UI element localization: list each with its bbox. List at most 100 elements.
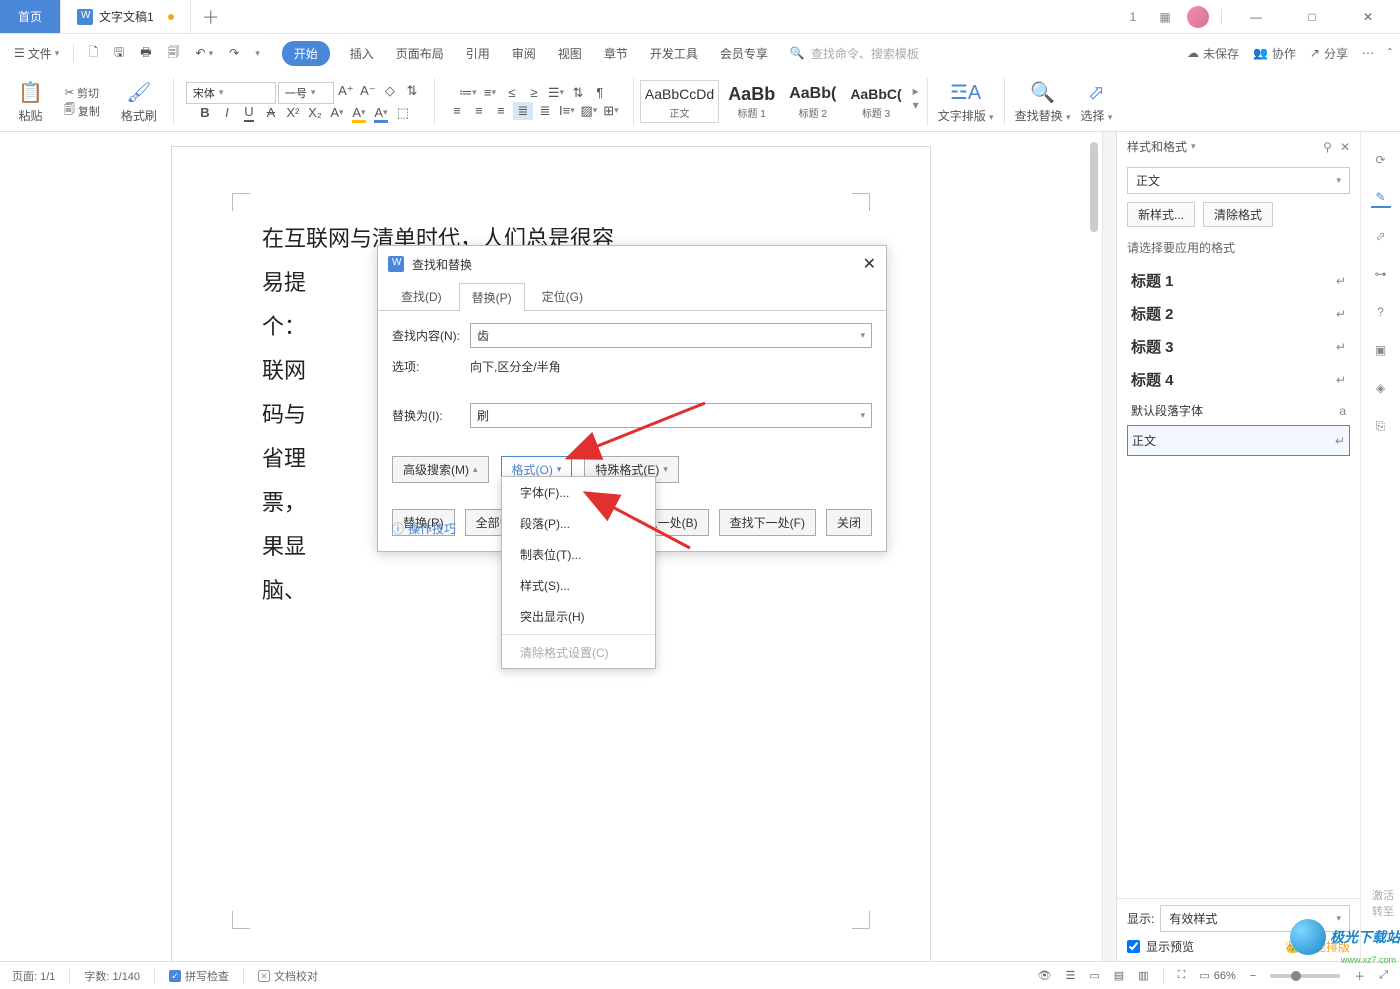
style-item-h2[interactable]: 标题 2↵	[1127, 297, 1350, 330]
rail-help-icon[interactable]: ?	[1371, 302, 1391, 322]
dialog-tab-replace[interactable]: 替换(P)	[459, 283, 525, 311]
dialog-tab-goto[interactable]: 定位(G)	[529, 282, 596, 310]
collab-button[interactable]: 👥协作	[1253, 45, 1296, 62]
current-style-select[interactable]: 正文▾	[1127, 167, 1350, 194]
menu-clear-format[interactable]: 清除格式设置(C)	[502, 637, 655, 668]
char-border-button[interactable]: ⬚	[393, 104, 413, 122]
superscript-button[interactable]: X²	[283, 104, 303, 122]
menu-style[interactable]: 样式(S)...	[502, 570, 655, 601]
style-item-h1[interactable]: 标题 1↵	[1127, 264, 1350, 297]
indent-dec-button[interactable]: ≤	[502, 84, 522, 102]
btn-print[interactable]: 🖶	[134, 39, 157, 68]
rail-location-icon[interactable]: ◈	[1371, 378, 1391, 398]
rail-export-icon[interactable]: ⎘	[1371, 416, 1391, 436]
sort-button[interactable]: ⇅	[568, 84, 588, 102]
style-h1[interactable]: AaBb 标题 1	[723, 80, 780, 123]
sb-view-web-icon[interactable]: ▥	[1138, 969, 1148, 982]
line-height-button[interactable]: I≡▾	[557, 102, 577, 120]
show-preview-checkbox[interactable]	[1127, 940, 1140, 953]
underline-button[interactable]: U	[239, 104, 259, 122]
sb-page[interactable]: 页面: 1/1	[12, 968, 55, 984]
show-marks-button[interactable]: ¶	[590, 84, 610, 102]
style-item-h3[interactable]: 标题 3↵	[1127, 330, 1350, 363]
dialog-tab-find[interactable]: 查找(D)	[388, 282, 455, 310]
align-justify-button[interactable]: ≣	[513, 102, 533, 120]
tab-document[interactable]: 文字文稿1	[61, 0, 191, 33]
find-replace-button[interactable]: 🔍 查找替换 ▾	[1011, 78, 1075, 126]
highlight-button[interactable]: A▾	[349, 104, 369, 122]
sb-zoom-slider[interactable]	[1270, 974, 1340, 978]
btn-preview[interactable]: 🗐	[162, 39, 186, 68]
new-style-button[interactable]: 新样式...	[1127, 202, 1195, 227]
grow-font-button[interactable]: A⁺	[336, 82, 356, 100]
sb-zoom[interactable]: ▭ 66%	[1199, 969, 1235, 982]
style-h3[interactable]: AaBbC( 标题 3	[845, 80, 906, 123]
strike-button[interactable]: A	[261, 104, 281, 122]
line-spacing-button[interactable]: ☰▾	[546, 84, 566, 102]
cut-button[interactable]: ✂剪切	[62, 84, 102, 102]
style-h2[interactable]: AaBb( 标题 2	[784, 80, 841, 123]
paste-button[interactable]: 📋 粘贴	[14, 78, 47, 126]
sb-fullscreen-icon[interactable]: ⤢	[1379, 969, 1388, 982]
ribbon-tab-dev[interactable]: 开发工具	[648, 41, 700, 66]
style-item-h4[interactable]: 标题 4↵	[1127, 363, 1350, 396]
subscript-button[interactable]: X₂	[305, 104, 325, 122]
layout-toggle-icon[interactable]: 1	[1123, 7, 1143, 27]
style-gallery-more[interactable]: ▸▾	[911, 80, 921, 123]
select-button[interactable]: ⬀ 选择 ▾	[1076, 78, 1116, 126]
scrollbar-thumb[interactable]	[1090, 142, 1098, 232]
command-search[interactable]: 🔍 查找命令、搜索模板	[790, 45, 919, 62]
collapse-ribbon-button[interactable]: ˆ	[1388, 46, 1392, 60]
font-color-button[interactable]: A▾	[327, 104, 347, 122]
font-size-select[interactable]: 一号▾	[278, 82, 334, 104]
sb-view-page-icon[interactable]: ▭	[1089, 969, 1099, 982]
sb-zoom-out[interactable]: −	[1250, 970, 1256, 982]
ribbon-tab-member[interactable]: 会员专享	[718, 41, 770, 66]
clear-format-button[interactable]: ◇	[380, 82, 400, 100]
ribbon-tab-start[interactable]: 开始	[282, 41, 330, 66]
shrink-font-button[interactable]: A⁻	[358, 82, 378, 100]
align-left-button[interactable]: ≡	[447, 102, 467, 120]
menu-hamburger[interactable]: ☰ 文件 ▾	[8, 41, 65, 66]
menu-tabs[interactable]: 制表位(T)...	[502, 539, 655, 570]
btn-more[interactable]: ▾	[249, 44, 266, 63]
btn-new[interactable]: 🗋	[82, 39, 104, 68]
rail-select-icon[interactable]: ⬀	[1371, 226, 1391, 246]
tab-add[interactable]: ＋	[191, 0, 231, 33]
avatar-icon[interactable]	[1187, 6, 1209, 28]
menu-font[interactable]: 字体(F)...	[502, 477, 655, 508]
borders-button[interactable]: ⊞▾	[601, 102, 621, 120]
ribbon-tab-chapter[interactable]: 章节	[602, 41, 630, 66]
sb-words[interactable]: 字数: 1/140	[84, 968, 140, 984]
sb-spellcheck[interactable]: ✓拼写检查	[169, 968, 229, 984]
ribbon-tab-ref[interactable]: 引用	[464, 41, 492, 66]
numbering-button[interactable]: ≡▾	[480, 84, 500, 102]
window-maximize[interactable]: □	[1290, 1, 1334, 33]
rail-clip-icon[interactable]: ▣	[1371, 340, 1391, 360]
btn-undo[interactable]: ↶ ▾	[190, 42, 220, 64]
unsaved-indicator[interactable]: ☁未保存	[1187, 45, 1239, 62]
clear-format-button[interactable]: 清除格式	[1203, 202, 1273, 227]
sb-reading-icon[interactable]: 👁	[1038, 969, 1052, 982]
vertical-scrollbar[interactable]	[1090, 132, 1100, 961]
ribbon-tab-insert[interactable]: 插入	[348, 41, 376, 66]
ribbon-tab-review[interactable]: 审阅	[510, 41, 538, 66]
btn-save[interactable]: 🖫	[108, 39, 130, 68]
panel-scrollbar[interactable]	[1102, 132, 1116, 961]
dialog-close-button[interactable]: ✕	[863, 254, 876, 274]
indent-inc-button[interactable]: ≥	[524, 84, 544, 102]
sb-nav-icon[interactable]: ☰	[1066, 969, 1076, 982]
find-input[interactable]: 齿▾	[470, 323, 872, 348]
text-layout-button[interactable]: ☲A 文字排版 ▾	[934, 78, 998, 126]
close-panel-icon[interactable]: ✕	[1340, 140, 1350, 154]
replace-input[interactable]: 刷▾	[470, 403, 872, 428]
style-item-default-font[interactable]: 默认段落字体a	[1127, 396, 1350, 425]
pin-icon[interactable]: ⚲	[1323, 140, 1332, 154]
ribbon-tab-view[interactable]: 视图	[556, 41, 584, 66]
text-fill-button[interactable]: A▾	[371, 104, 391, 122]
sb-zoom-in[interactable]: ＋	[1354, 968, 1365, 984]
bold-button[interactable]: B	[195, 104, 215, 122]
sb-view-outline-icon[interactable]: ▤	[1114, 969, 1124, 982]
style-item-normal[interactable]: 正文↵	[1127, 425, 1350, 456]
change-case-button[interactable]: ⇅	[402, 82, 422, 100]
